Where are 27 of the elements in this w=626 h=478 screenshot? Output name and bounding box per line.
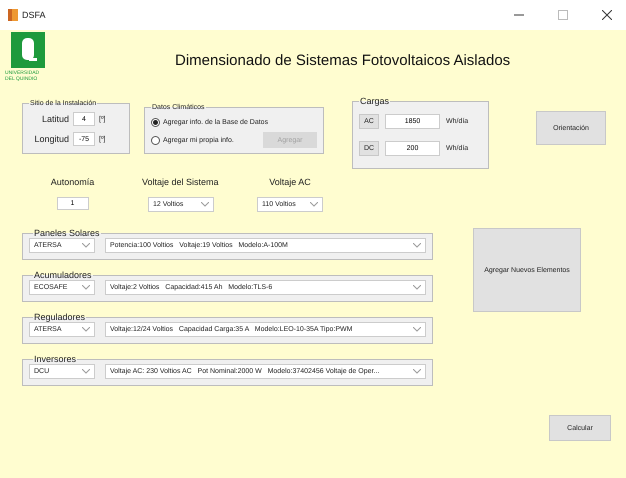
chevron-icon: [82, 369, 90, 374]
chevron-icon: [310, 202, 318, 207]
chevron-icon: [82, 285, 90, 290]
close-icon[interactable]: [602, 10, 612, 20]
app-icon: [8, 9, 18, 21]
chevron-icon: [413, 327, 421, 332]
chevron-icon: [413, 243, 421, 248]
chevron-icon: [82, 243, 90, 248]
chevron-icon: [82, 327, 90, 332]
radio-button[interactable]: [151, 118, 160, 126]
group-legend: Paneles Solares: [33, 228, 101, 238]
radio-button[interactable]: [151, 136, 160, 144]
field-label: Voltaje del Sistema: [142, 177, 220, 187]
chevron-icon: [413, 369, 421, 374]
field-label: Longitud: [33, 134, 69, 144]
chevron-icon: [201, 202, 209, 207]
window-title: DSFA: [22, 10, 46, 20]
app-heading: Dimensionado de Sistemas Fotovoltaicos Aislados: [175, 52, 510, 69]
group-legend: Cargas: [359, 96, 390, 106]
logo-icon: [11, 32, 45, 68]
field-label: Latitud: [40, 114, 69, 124]
group-legend: Acumuladores: [33, 270, 93, 280]
chevron-icon: [413, 285, 421, 290]
field-label: Voltaje AC: [269, 177, 311, 187]
field-label: Autonomía: [50, 177, 94, 187]
group-legend: Reguladores: [33, 312, 86, 322]
group-legend: Inversores: [33, 354, 78, 364]
